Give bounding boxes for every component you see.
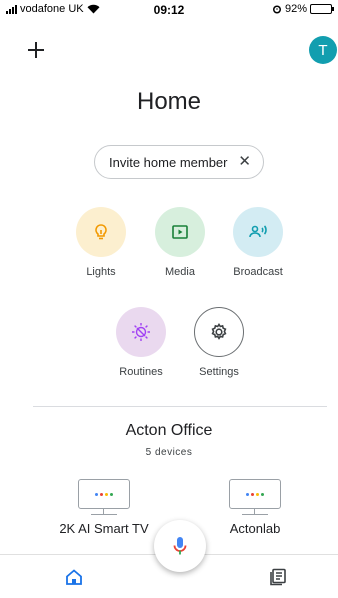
battery-icon — [310, 4, 334, 14]
broadcast-icon-circle — [233, 207, 283, 257]
tv-stand — [91, 509, 117, 515]
lightbulb-icon — [95, 224, 107, 240]
broadcast-icon — [249, 225, 267, 238]
settings-action[interactable]: Settings — [179, 307, 259, 378]
page-title: Home — [136, 88, 202, 115]
add-button[interactable] — [26, 40, 46, 60]
lights-icon-circle — [76, 207, 126, 257]
battery-percent: 92% — [284, 3, 307, 15]
mic-button[interactable] — [154, 520, 206, 572]
divider — [33, 406, 327, 407]
device-label: Actonlab — [229, 521, 281, 536]
room-title: Acton Office — [125, 422, 213, 439]
mic-icon — [173, 537, 187, 555]
nav-feed-tab[interactable] — [268, 567, 288, 587]
device-label: 2K AI Smart TV — [59, 521, 149, 536]
status-right: 92% — [272, 3, 334, 15]
settings-icon-circle — [194, 307, 244, 357]
gear-icon — [211, 323, 227, 340]
invite-home-member-chip[interactable]: Invite home member ✕ — [94, 145, 264, 179]
media-action[interactable]: Media — [140, 207, 220, 278]
alarm-icon — [272, 5, 281, 14]
routines-icon-circle — [116, 307, 166, 357]
routines-icon — [132, 323, 150, 341]
feed-icon — [270, 568, 286, 586]
routines-label: Routines — [119, 366, 163, 378]
routines-action[interactable]: Routines — [101, 307, 181, 378]
tv-icon — [78, 479, 130, 509]
home-icon — [66, 569, 82, 585]
broadcast-action[interactable]: Broadcast — [218, 207, 298, 278]
invite-chip-label: Invite home member — [109, 154, 228, 170]
media-icon — [172, 225, 188, 239]
broadcast-label: Broadcast — [233, 266, 283, 278]
media-label: Media — [165, 266, 195, 278]
close-icon[interactable]: ✕ — [238, 154, 251, 170]
media-icon-circle — [155, 207, 205, 257]
lights-label: Lights — [86, 266, 116, 278]
tv-icon — [229, 479, 281, 509]
tv-stand — [242, 509, 268, 515]
device-tile[interactable]: 2K AI Smart TV — [54, 479, 154, 536]
avatar[interactable]: T — [309, 36, 337, 64]
status-bar: vodafone UK 09:12 92% — [0, 0, 338, 20]
room-device-count: 5 devices — [145, 447, 193, 458]
nav-home-tab[interactable] — [64, 567, 84, 587]
device-tile[interactable]: Actonlab — [214, 479, 296, 536]
lights-action[interactable]: Lights — [61, 207, 141, 278]
settings-label: Settings — [199, 366, 239, 378]
